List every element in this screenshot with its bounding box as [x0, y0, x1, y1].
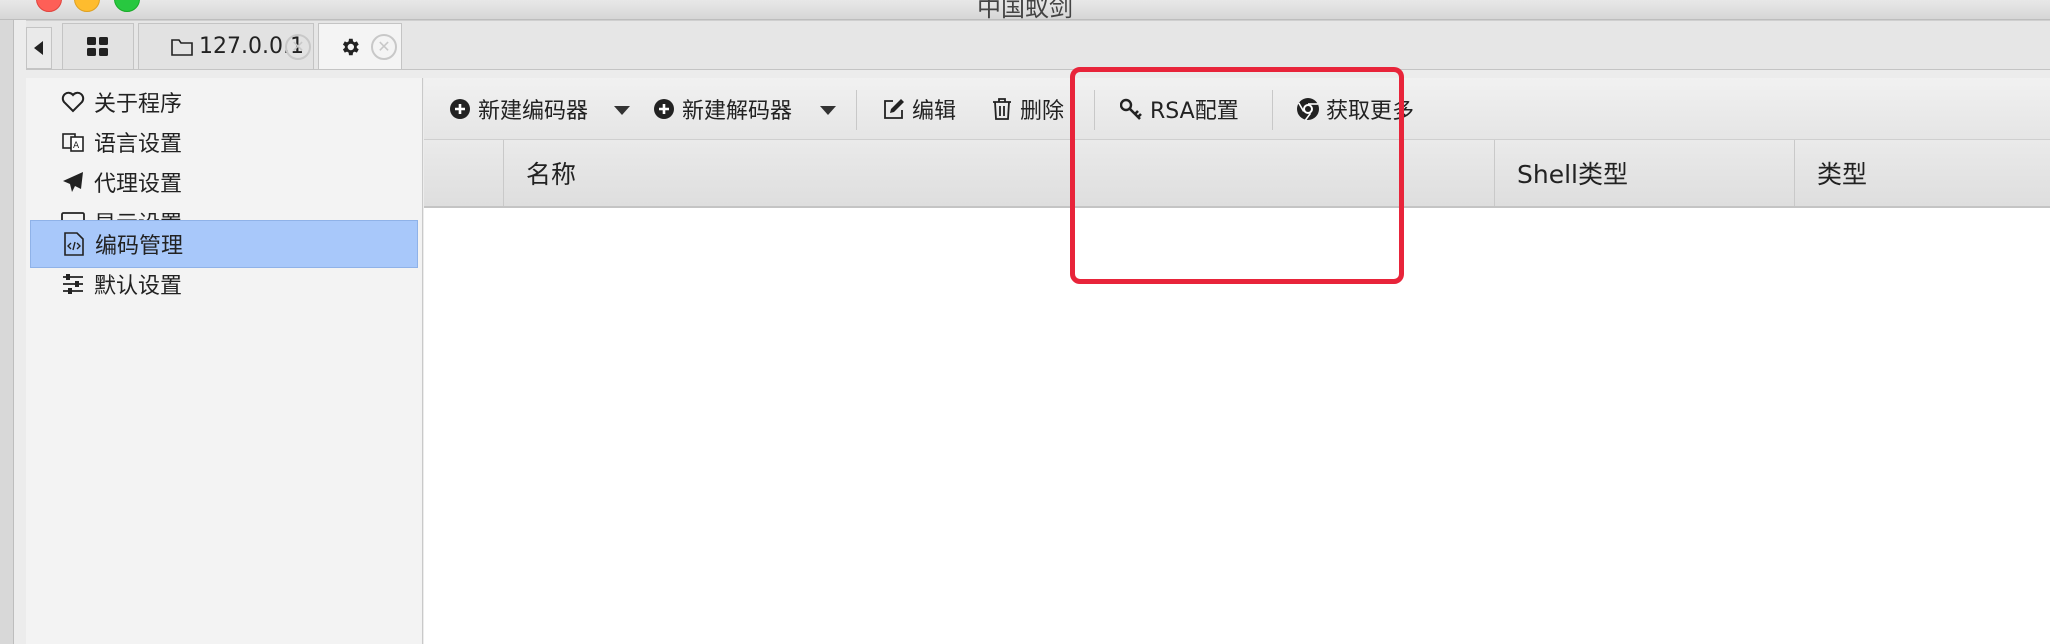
new-encoder-dropdown[interactable] [614, 106, 630, 115]
new-decoder-dropdown[interactable] [820, 106, 836, 115]
annotation-highlight-box [1070, 67, 1404, 284]
edit-label: 编辑 [912, 99, 957, 124]
heart-icon [60, 89, 86, 115]
tab-settings[interactable]: ✕ [318, 23, 402, 69]
settings-sidebar: 关于程序 A 语言设置 代理设置 显示设置 编码管理 默认设置 [26, 78, 423, 644]
plus-circle-icon [448, 97, 472, 121]
plus-circle-icon [652, 97, 676, 121]
tab-scroll-left-button[interactable] [26, 27, 52, 69]
sidebar-item-label: 代理设置 [94, 172, 183, 197]
tab-close-button[interactable]: ✕ [285, 33, 311, 60]
sidebar-item-defaults[interactable]: 默认设置 [30, 260, 418, 308]
delete-label: 删除 [1020, 99, 1065, 124]
paper-plane-icon [60, 169, 86, 195]
column-header-type[interactable]: 类型 [1794, 140, 2050, 206]
new-encoder-button[interactable]: 新建编码器 [448, 88, 588, 130]
toolbar-separator [856, 90, 857, 130]
edit-button[interactable]: 编辑 [882, 88, 956, 130]
column-header-select[interactable] [424, 140, 503, 206]
sidebar-item-label: 语言设置 [94, 132, 183, 157]
delete-button[interactable]: 删除 [990, 88, 1064, 130]
window-edge [0, 20, 14, 644]
grid-icon [87, 36, 108, 56]
sidebar-item-label: 关于程序 [94, 92, 183, 117]
title-bar: 中国蚁剑 [0, 0, 2050, 22]
sidebar-item-label: 默认设置 [94, 274, 183, 299]
new-encoder-label: 新建编码器 [478, 99, 589, 124]
tab-close-button[interactable]: ✕ [371, 33, 397, 60]
tab-bar: 127.0.0.1 ✕ ✕ [26, 20, 2050, 70]
code-file-icon [61, 231, 87, 257]
trash-icon [990, 97, 1014, 121]
language-icon: A [60, 129, 86, 155]
new-decoder-button[interactable]: 新建解码器 [652, 88, 792, 130]
tab-127-0-0-1[interactable]: 127.0.0.1 ✕ [138, 23, 314, 69]
sliders-icon [60, 271, 86, 297]
sidebar-item-label: 编码管理 [95, 234, 184, 259]
edit-icon [882, 97, 906, 121]
triangle-left-icon [34, 41, 43, 55]
tab-dashboard[interactable] [62, 23, 134, 69]
column-header-shell-type[interactable]: Shell类型 [1494, 140, 1794, 206]
new-decoder-label: 新建解码器 [682, 99, 793, 124]
gear-icon [342, 38, 359, 55]
folder-icon [171, 38, 193, 56]
svg-text:A: A [73, 141, 80, 151]
